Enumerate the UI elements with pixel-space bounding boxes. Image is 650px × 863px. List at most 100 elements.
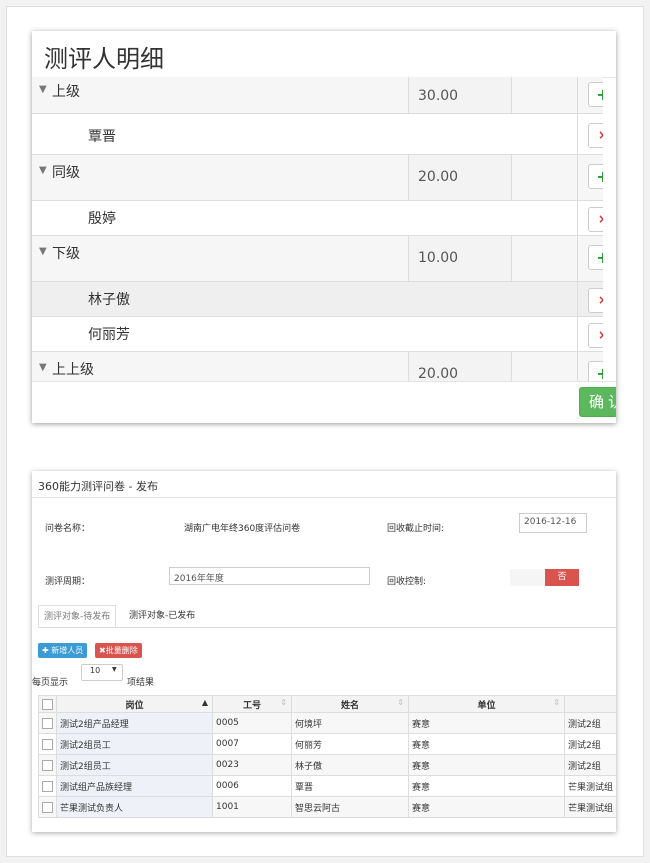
- evaluator-name: 何丽芳: [88, 327, 130, 343]
- dialog-header: 测评人明细: [32, 31, 616, 78]
- add-evaluator-button[interactable]: +: [588, 82, 603, 107]
- period-input[interactable]: 2016年年度: [169, 567, 370, 585]
- select-all-header[interactable]: [38, 695, 57, 713]
- table-row[interactable]: 测试组产品族经理 0006 覃晋 赛意 芒果测试组: [38, 775, 616, 797]
- cell-id: 0007: [212, 733, 292, 755]
- cell-position: 测试组产品族经理: [56, 775, 213, 797]
- cell-unit: 赛意: [408, 754, 565, 776]
- add-evaluator-button[interactable]: +: [588, 245, 603, 270]
- recycle-toggle-track[interactable]: [510, 569, 545, 586]
- cell-position: 测试2组员工: [56, 754, 213, 776]
- cell-dept: 测试2组: [564, 733, 616, 755]
- collapse-triangle-icon[interactable]: ▼: [39, 362, 47, 373]
- table-row[interactable]: 测试2组员工 0023 林子傲 赛意 测试2组: [38, 754, 616, 776]
- target-tabs: 测评对象-待发布 测评对象-已发布: [38, 605, 616, 628]
- remove-evaluator-button[interactable]: ×: [588, 288, 603, 313]
- table-row[interactable]: 芒果测试负责人 1001 智思云阿古 赛意 芒果测试组: [38, 796, 616, 818]
- control-label: 回收控制:: [387, 577, 427, 587]
- targets-table: 岗位 ▲ 工号 ⇕ 姓名 ⇕ 单位 ⇕ 测试2组产品经理 0005 何境坪 赛意 测试2…: [38, 695, 616, 818]
- collapse-triangle-icon[interactable]: ▼: [39, 84, 47, 95]
- group-label: 上上级: [52, 362, 94, 378]
- table-row[interactable]: 测试2组员工 0007 何丽芳 赛意 测试2组: [38, 733, 616, 755]
- evaluator-name: 林子傲: [88, 292, 130, 308]
- dialog-footer: 确认: [32, 381, 616, 423]
- group-label: 下级: [52, 246, 80, 262]
- collapse-triangle-icon[interactable]: ▼: [39, 246, 47, 257]
- row-checkbox[interactable]: [42, 717, 53, 729]
- column-header-unit[interactable]: 单位 ⇕: [408, 695, 565, 713]
- row-checkbox[interactable]: [42, 738, 53, 750]
- sort-icon[interactable]: ⇕: [397, 698, 404, 707]
- chevron-down-icon: ▼: [112, 666, 117, 673]
- panel-header: 360能力测评问卷 - 发布: [32, 471, 616, 498]
- publish-panel: 360能力测评问卷 - 发布 问卷名称： 湖南广电年终360度评估问卷 回收截止…: [32, 471, 616, 832]
- cell-position: 芒果测试负责人: [56, 796, 213, 818]
- tab-pending[interactable]: 测评对象-待发布: [38, 605, 117, 627]
- close-icon: ✖: [99, 646, 106, 655]
- recycle-toggle-value[interactable]: 否: [545, 569, 579, 586]
- page-size-select[interactable]: 10 ▼: [81, 664, 123, 681]
- add-person-button[interactable]: ✚ 新增人员: [38, 643, 88, 658]
- group-row-senior-superior[interactable]: ▼ 上上级 20.00 +: [32, 352, 603, 381]
- evaluator-name: 覃晋: [88, 129, 116, 145]
- row-checkbox[interactable]: [42, 801, 53, 813]
- deadline-label: 回收截止时间:: [387, 524, 445, 534]
- collapse-triangle-icon[interactable]: ▼: [39, 165, 47, 176]
- add-evaluator-button[interactable]: +: [588, 361, 603, 381]
- remove-evaluator-button[interactable]: ×: [588, 323, 603, 348]
- select-all-checkbox[interactable]: [42, 698, 53, 710]
- group-row-peer[interactable]: ▼ 同级 20.00 +: [32, 155, 603, 201]
- group-row-superior[interactable]: ▼ 上级 30.00 +: [32, 77, 603, 114]
- table-row[interactable]: 测试2组产品经理 0005 何境坪 赛意 测试2组: [38, 712, 616, 734]
- column-header-name[interactable]: 姓名 ⇕: [291, 695, 409, 713]
- cell-id: 0023: [212, 754, 292, 776]
- weight-field[interactable]: 30.00: [408, 77, 512, 113]
- plus-icon: ✚: [42, 646, 49, 655]
- cell-unit: 赛意: [408, 733, 565, 755]
- dialog-title: 测评人明细: [44, 45, 164, 73]
- group-label: 同级: [52, 165, 80, 181]
- deadline-date-input[interactable]: 2016-12-16: [519, 513, 587, 533]
- questionnaire-label: 问卷名称：: [45, 524, 91, 534]
- evaluator-row: 殷婷 ×: [32, 201, 603, 236]
- remove-evaluator-button[interactable]: ×: [588, 123, 603, 148]
- evaluator-row: 覃晋 ×: [32, 114, 603, 155]
- table-header-row: 岗位 ▲ 工号 ⇕ 姓名 ⇕ 单位 ⇕: [38, 695, 616, 713]
- cell-dept: 测试2组: [564, 712, 616, 734]
- group-row-subordinate[interactable]: ▼ 下级 10.00 +: [32, 236, 603, 282]
- weight-field[interactable]: 10.00: [408, 236, 512, 281]
- add-evaluator-button[interactable]: +: [588, 164, 603, 189]
- sort-icon[interactable]: ⇕: [280, 698, 287, 707]
- evaluator-detail-dialog: 测评人明细 ▼ 上级 30.00 + 覃晋 × ▼ 同级 20.00 + 殷婷: [32, 31, 616, 423]
- batch-delete-button[interactable]: ✖批量删除: [95, 643, 142, 658]
- cell-unit: 赛意: [408, 796, 565, 818]
- weight-field[interactable]: 20.00: [408, 155, 512, 200]
- cell-dept: 芒果测试组: [564, 796, 616, 818]
- evaluator-list: ▼ 上级 30.00 + 覃晋 × ▼ 同级 20.00 + 殷婷 × ▼: [32, 77, 603, 381]
- group-label: 上级: [52, 84, 80, 100]
- evaluator-name: 殷婷: [88, 211, 116, 227]
- evaluator-row: 林子傲 ×: [32, 282, 603, 317]
- sort-icon[interactable]: ⇕: [553, 698, 560, 707]
- evaluator-row: 何丽芳 ×: [32, 317, 603, 352]
- column-header-position[interactable]: 岗位 ▲: [56, 695, 213, 713]
- weight-field[interactable]: 20.00: [408, 352, 512, 381]
- period-label: 测评周期：: [45, 577, 91, 587]
- cell-name: 覃晋: [291, 775, 409, 797]
- cell-id: 0005: [212, 712, 292, 734]
- page-size-prefix: 每页显示: [32, 678, 69, 688]
- sort-asc-icon[interactable]: ▲: [202, 698, 208, 707]
- cell-unit: 赛意: [408, 775, 565, 797]
- remove-evaluator-button[interactable]: ×: [588, 207, 603, 232]
- row-checkbox[interactable]: [42, 780, 53, 792]
- cell-name: 何境坪: [291, 712, 409, 734]
- cell-dept: 芒果测试组: [564, 775, 616, 797]
- cell-unit: 赛意: [408, 712, 565, 734]
- tab-published[interactable]: 测评对象-已发布: [124, 605, 200, 627]
- page-size-suffix: 项结果: [127, 678, 155, 688]
- row-checkbox[interactable]: [42, 759, 53, 771]
- cell-dept: 测试2组: [564, 754, 616, 776]
- confirm-button[interactable]: 确认: [579, 387, 616, 417]
- column-header-id[interactable]: 工号 ⇕: [212, 695, 292, 713]
- cell-name: 智思云阿古: [291, 796, 409, 818]
